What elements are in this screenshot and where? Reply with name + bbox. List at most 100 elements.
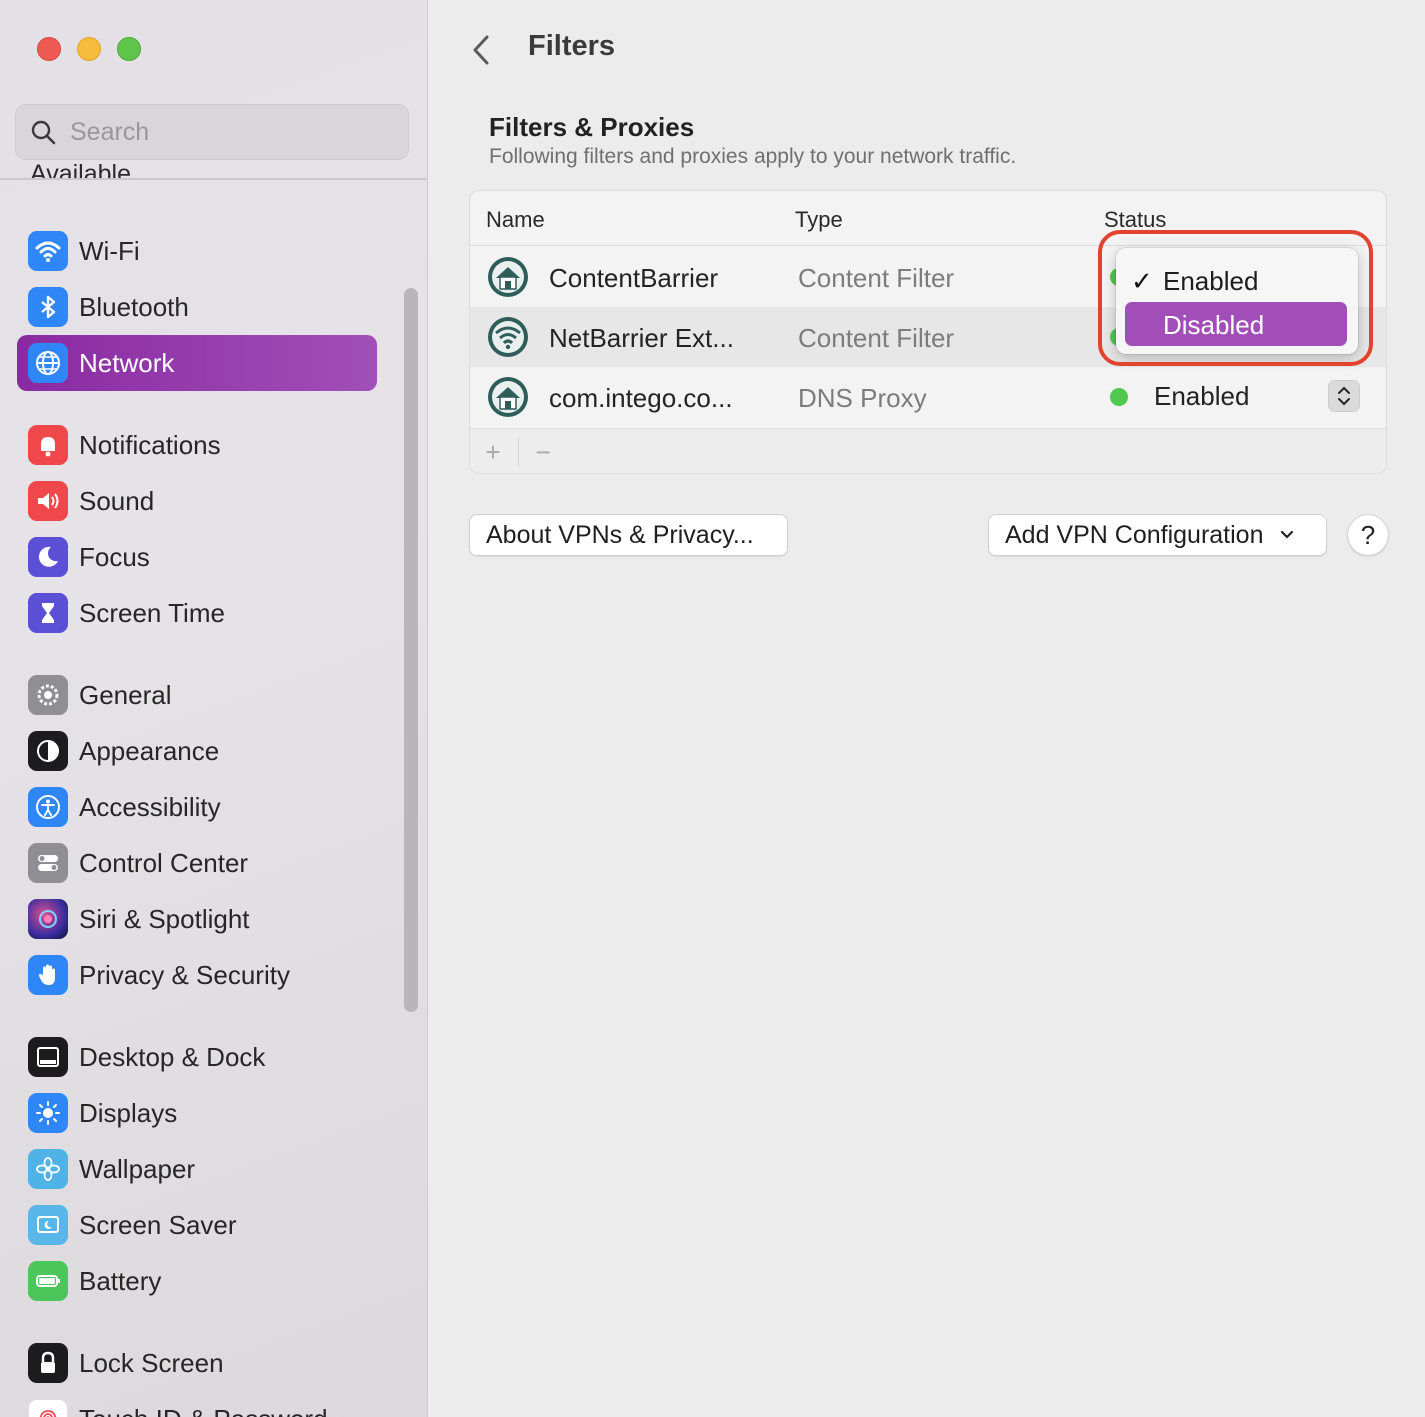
sidebar-item-label: Wi-Fi: [79, 235, 140, 266]
filter-type: Content Filter: [798, 323, 955, 353]
sidebar-item-accessibility[interactable]: Accessibility: [17, 779, 377, 835]
status-popup-button[interactable]: [1328, 380, 1360, 412]
wifi-icon: [28, 231, 68, 271]
sun-icon: [28, 1093, 68, 1133]
siri-icon: [28, 899, 68, 939]
add-filter-button[interactable]: +: [478, 437, 508, 467]
sidebar-item-label: Bluetooth: [79, 291, 189, 322]
screensaver-icon: [28, 1205, 68, 1245]
sidebar-item-wifi[interactable]: Wi-Fi: [17, 223, 377, 279]
sidebar-scrollbar[interactable]: [404, 288, 418, 1012]
sidebar-item-label: Battery: [79, 1265, 162, 1296]
search-input[interactable]: [70, 117, 370, 147]
sidebar-item-wallpaper[interactable]: Wallpaper: [17, 1141, 377, 1197]
lock-icon: [28, 1343, 68, 1383]
sidebar-item-label: Wallpaper: [79, 1153, 196, 1184]
close-window-button[interactable]: [37, 37, 61, 61]
sidebar-item-screen-saver[interactable]: Screen Saver: [17, 1197, 377, 1253]
sidebar-item-battery[interactable]: Battery: [17, 1253, 377, 1309]
chevron-down-icon: [1281, 530, 1294, 539]
sidebar-item-label: Privacy & Security: [79, 959, 290, 990]
zoom-window-button[interactable]: [117, 37, 141, 61]
add-vpn-configuration-button[interactable]: Add VPN Configuration: [988, 514, 1327, 556]
search-icon: [31, 120, 56, 145]
battery-icon: [28, 1261, 68, 1301]
sidebar-item-label: Control Center: [79, 847, 249, 878]
main-pane: Filters Filters & Proxies Following filt…: [429, 0, 1425, 1417]
dock-icon: [28, 1037, 68, 1077]
sidebar-item-screen-time[interactable]: Screen Time: [17, 585, 377, 641]
table-footer: + −: [470, 428, 1386, 473]
sidebar-item-label: Touch ID & Password: [79, 1404, 328, 1417]
status-indicator: [1110, 388, 1128, 406]
page-title: Filters: [528, 30, 616, 62]
sidebar-item-notifications[interactable]: Notifications: [17, 417, 377, 473]
fingerprint-icon: [28, 1399, 68, 1417]
sidebar-item-network[interactable]: Network: [17, 335, 377, 391]
globe-icon: [28, 343, 68, 383]
moon-icon: [28, 537, 68, 577]
filter-type: DNS Proxy: [798, 383, 927, 413]
sidebar: Available Wi-Fi Bluetooth Network Notifi…: [0, 0, 428, 1417]
button-label: Add VPN Configuration: [1005, 520, 1264, 549]
sidebar-item-label: Appearance: [79, 735, 220, 766]
search-field[interactable]: [15, 104, 409, 160]
intego-app-icon: [488, 377, 528, 417]
filter-type: Content Filter: [798, 263, 955, 293]
sidebar-item-label: Lock Screen: [79, 1347, 224, 1378]
window-controls: [37, 37, 141, 61]
divider: [518, 437, 519, 467]
flower-icon: [28, 1149, 68, 1189]
sidebar-item-focus[interactable]: Focus: [17, 529, 377, 585]
back-button[interactable]: [465, 30, 497, 70]
sidebar-item-touch-id[interactable]: Touch ID & Password: [17, 1391, 377, 1417]
sidebar-item-label: Screen Time: [79, 597, 225, 628]
sidebar-item-bluetooth[interactable]: Bluetooth: [17, 279, 377, 335]
column-header-name[interactable]: Name: [486, 207, 545, 233]
sidebar-item-label: Notifications: [79, 429, 221, 460]
help-button[interactable]: ?: [1347, 514, 1389, 556]
toggles-icon: [28, 843, 68, 883]
status-value[interactable]: Enabled: [1154, 381, 1249, 412]
sidebar-item-displays[interactable]: Displays: [17, 1085, 377, 1141]
sidebar-item-label: Desktop & Dock: [79, 1041, 266, 1072]
hand-icon: [28, 955, 68, 995]
sidebar-item-privacy-security[interactable]: Privacy & Security: [17, 947, 377, 1003]
sidebar-item-general[interactable]: General: [17, 667, 377, 723]
filter-name: ContentBarrier: [549, 263, 719, 293]
sidebar-item-desktop-dock[interactable]: Desktop & Dock: [17, 1029, 377, 1085]
chevron-left-icon: [473, 35, 489, 65]
gear-icon: [28, 675, 68, 715]
filter-name: NetBarrier Ext...: [549, 323, 734, 353]
sidebar-item-appearance[interactable]: Appearance: [17, 723, 377, 779]
sidebar-item-sound[interactable]: Sound: [17, 473, 377, 529]
sidebar-item-label: Focus: [79, 541, 150, 572]
button-label: About VPNs & Privacy...: [486, 520, 754, 549]
divider: [0, 178, 427, 180]
appearance-icon: [28, 731, 68, 771]
bell-icon: [28, 425, 68, 465]
table-row[interactable]: com.intego.co... DNS Proxy Enabled: [470, 367, 1386, 427]
minimize-window-button[interactable]: [77, 37, 101, 61]
bluetooth-icon: [28, 287, 68, 327]
sidebar-item-control-center[interactable]: Control Center: [17, 835, 377, 891]
section-title: Filters & Proxies: [489, 112, 695, 142]
sidebar-item-label: Network: [79, 347, 175, 378]
up-down-chevron-icon: [1338, 386, 1350, 406]
sidebar-item-label: General: [79, 679, 172, 710]
sidebar-item-label: Displays: [79, 1097, 178, 1128]
sidebar-item-label: Siri & Spotlight: [79, 903, 250, 934]
about-vpns-privacy-button[interactable]: About VPNs & Privacy...: [469, 514, 788, 556]
sidebar-item-siri-spotlight[interactable]: Siri & Spotlight: [17, 891, 377, 947]
sidebar-item-label: Accessibility: [79, 791, 221, 822]
remove-filter-button[interactable]: −: [528, 437, 558, 467]
annotation-highlight-ring: [1098, 230, 1373, 366]
sidebar-item-lock-screen[interactable]: Lock Screen: [17, 1335, 377, 1391]
section-subtitle: Following filters and proxies apply to y…: [489, 145, 1017, 168]
hourglass-icon: [28, 593, 68, 633]
netbarrier-app-icon: [488, 317, 528, 357]
filter-name: com.intego.co...: [549, 383, 733, 413]
accessibility-icon: [28, 787, 68, 827]
column-header-type[interactable]: Type: [795, 207, 843, 233]
sidebar-item-label: Screen Saver: [79, 1209, 237, 1240]
